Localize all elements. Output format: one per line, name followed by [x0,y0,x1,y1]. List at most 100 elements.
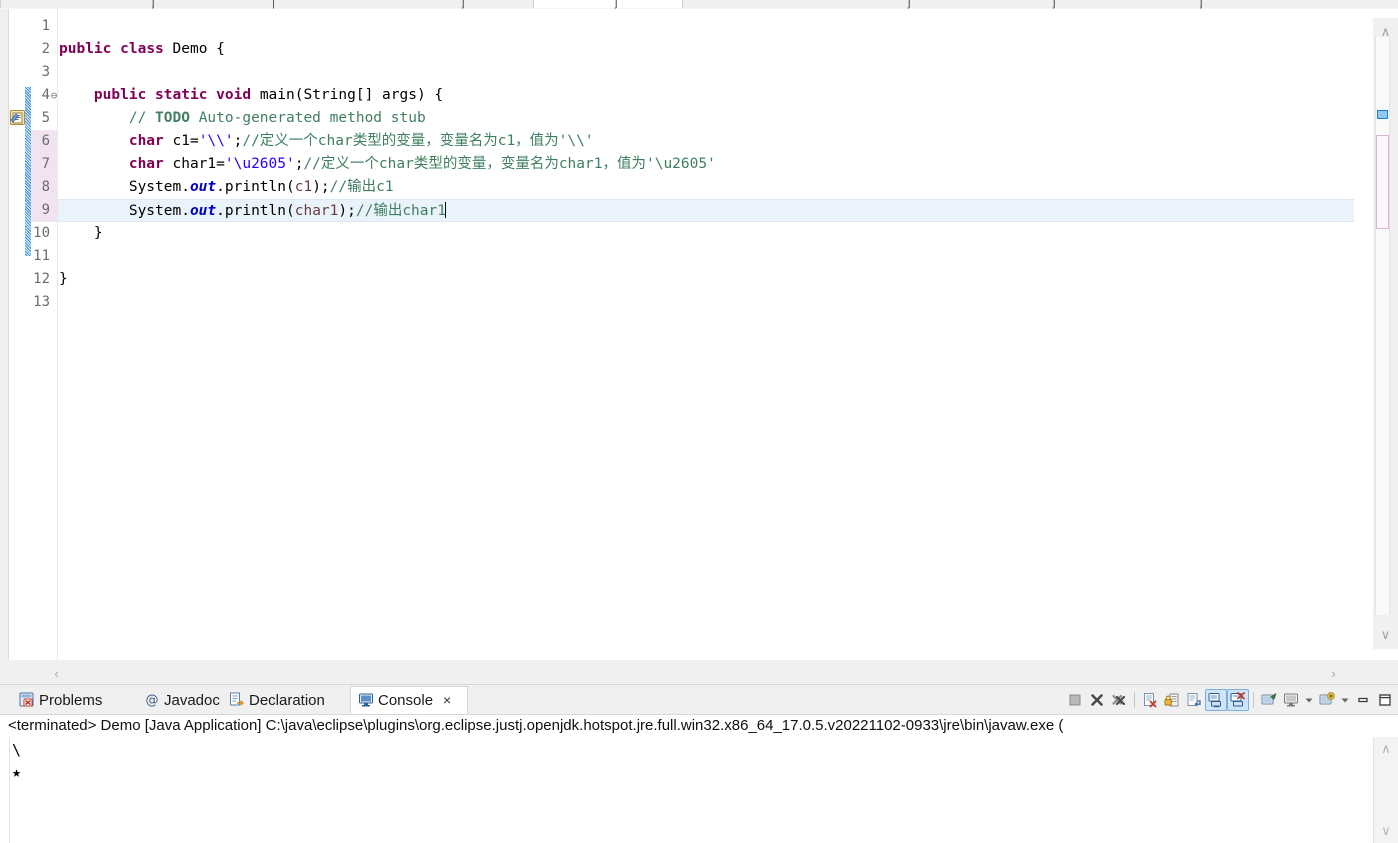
open-console-dropdown[interactable] [1338,689,1352,711]
remove-launch-button[interactable] [1086,689,1108,711]
code-line[interactable]: char char1='\u2605';//定义一个char类型的变量，变量名为… [58,153,1354,176]
code-line[interactable]: // TODO Auto-generated method stub [58,107,1354,130]
minimize-button[interactable] [1352,689,1374,711]
code-line-text: } [58,271,68,287]
code-line[interactable] [58,291,1354,314]
display-selected-console-button[interactable] [1280,689,1302,711]
marker-column[interactable] [9,9,25,660]
overview-changed-region [1376,135,1389,229]
line-number: 3 [31,61,50,84]
console-launch-label: <terminated> Demo [Java Application] C:\… [8,715,1063,737]
line-number: 6 [31,130,50,153]
tab-console[interactable]: Console × [350,686,468,714]
open-console-button[interactable] [1316,689,1338,711]
task-todo-icon[interactable] [10,110,25,125]
code-token-plain [59,156,129,172]
pin-console-icon [1261,692,1277,708]
line-number: 5 [31,107,50,130]
tab-text-clipped-4: j [615,0,617,9]
code-token-kw: char [129,133,164,149]
line-number: 9 [31,199,50,222]
tab-text-clipped-2: | [272,0,275,9]
new-console-icon [1319,692,1335,708]
declaration-icon [229,692,245,708]
code-surface[interactable]: public class Demo { public static void m… [58,9,1354,660]
show-console-on-output-button[interactable] [1205,689,1227,711]
pin-console-button[interactable] [1258,689,1280,711]
java-editor[interactable]: 12345678910111213 ⊖ public class Demo { … [0,9,1398,660]
code-line[interactable]: } [58,268,1354,291]
terminate-button[interactable] [1064,689,1086,711]
code-token-kw: void [216,87,251,103]
code-line-text [58,64,59,80]
maximize-button[interactable] [1374,689,1396,711]
javadoc-icon: @ [144,692,160,708]
console-scroll-up-arrow-icon[interactable]: ∧ [1374,739,1398,759]
console-err-icon [1230,692,1246,708]
code-token-plain: System. [59,203,190,219]
code-token-cmt: //输出c1 [330,179,394,195]
display-console-dropdown[interactable] [1302,689,1316,711]
code-line[interactable]: char c1='\\';//定义一个char类型的变量，变量名为c1，值为'\… [58,130,1354,153]
code-line[interactable] [58,61,1354,84]
code-line[interactable]: System.out.println(c1);//输出c1 [58,176,1354,199]
scroll-left-arrow-icon[interactable]: ‹ [46,663,67,684]
console-output-area[interactable]: \ ★ [0,737,1398,843]
scroll-down-arrow-icon[interactable]: ∨ [1373,625,1398,645]
lock-scroll-icon [1164,692,1180,708]
code-token-plain: ); [338,203,355,219]
code-token-cmt: //输出char1 [356,203,446,219]
code-line-text: char c1='\\';//定义一个char类型的变量，变量名为c1，值为'\… [58,133,594,149]
editor-inner: 12345678910111213 ⊖ public class Demo { … [0,9,1354,660]
editor-horizontal-scrollbar[interactable]: ‹ › [42,663,1354,684]
editor-tab-partial-2[interactable] [682,0,1398,8]
code-token-kw: static [155,87,207,103]
scroll-right-arrow-icon[interactable]: › [1323,663,1344,684]
overview-todo-marker[interactable] [1377,110,1388,119]
code-line-current[interactable]: System.out.println(char1);//输出char1 [58,199,1354,222]
console-scroll-down-arrow-icon[interactable]: ∨ [1374,821,1398,841]
editor-tab-partial-1[interactable] [0,0,534,8]
tab-declaration[interactable]: Declaration [222,686,347,714]
line-number: 2 [31,38,50,61]
annotation-ruler[interactable] [0,9,9,660]
code-token-plain [59,87,94,103]
remove-all-terminated-button[interactable] [1108,689,1130,711]
code-token-kw: class [120,41,164,57]
close-icon[interactable]: × [443,692,451,708]
console-vertical-scrollbar[interactable]: ∧ ∨ [1373,737,1398,843]
code-line[interactable]: public static void main(String[] args) { [58,84,1354,107]
code-token-plain: main(String[] args) { [251,87,443,103]
code-token-str: '\\' [199,133,234,149]
code-line[interactable] [58,245,1354,268]
code-token-fld: out [190,203,216,219]
bottom-view-stack: Problems@JavadocDeclarationConsole× <ter… [0,686,1398,843]
code-line[interactable] [58,15,1354,38]
x-dark-icon [1089,692,1105,708]
tab-text-clipped-7: j [1200,0,1202,9]
word-wrap-icon [1186,692,1202,708]
word-wrap-button[interactable] [1183,689,1205,711]
show-console-on-error-button[interactable] [1227,689,1249,711]
overview-ruler[interactable] [1375,37,1390,615]
code-token-plain: char1= [164,156,225,172]
code-token-cmt: //定义一个char类型的变量，变量名为c1，值为'\\' [242,133,593,149]
code-token-cmt: Auto-generated method stub [190,110,426,126]
xx-dark-icon [1111,692,1127,708]
code-token-kw: public [59,41,111,57]
line-number: 11 [31,245,50,268]
line-number: 8 [31,176,50,199]
tab-label: Console [378,692,433,709]
tab-problems[interactable]: Problems [12,686,137,714]
code-line-text [58,18,59,34]
line-number: 13 [31,291,50,314]
code-line[interactable]: } [58,222,1354,245]
console-icon [358,692,374,708]
code-token-fld: out [190,179,216,195]
code-line[interactable]: public class Demo { [58,38,1354,61]
code-line-text: } [58,225,103,241]
editor-tab-partial-active[interactable] [533,0,683,8]
scroll-lock-button[interactable] [1161,689,1183,711]
clear-console-button[interactable] [1139,689,1161,711]
console-toolbar [1064,687,1396,713]
